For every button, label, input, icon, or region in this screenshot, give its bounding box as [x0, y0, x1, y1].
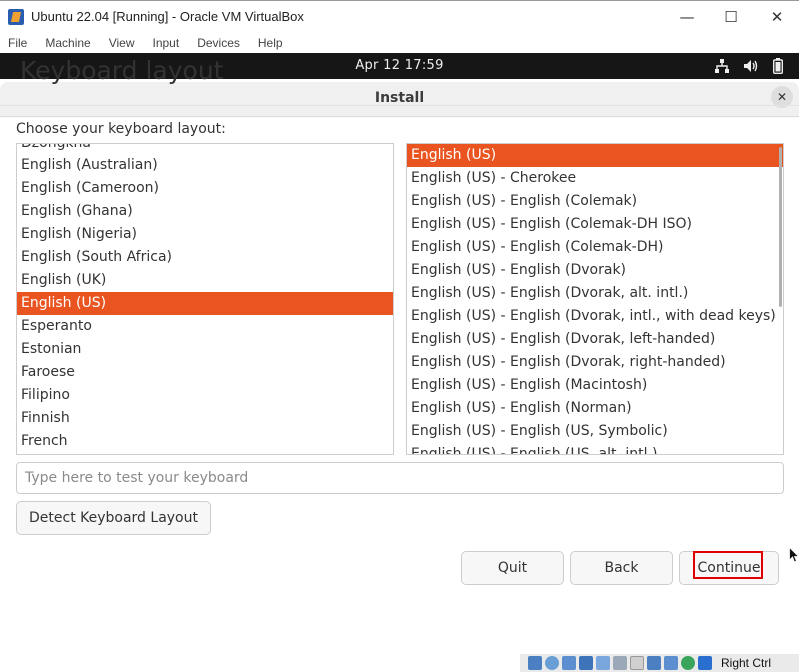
layout-item[interactable]: English (UK): [17, 269, 393, 292]
virtualbox-app-icon: [8, 9, 24, 25]
variant-item[interactable]: English (US) - English (Dvorak, alt. int…: [407, 282, 783, 305]
host-key-label: Right Ctrl: [721, 656, 772, 670]
variant-item[interactable]: English (US) - English (US, alt. intl.): [407, 443, 783, 454]
battery-icon: [773, 58, 783, 74]
choose-layout-label: Choose your keyboard layout:: [16, 121, 226, 137]
host-menu-bar: File Machine View Input Devices Help: [0, 33, 799, 53]
recording-icon[interactable]: [647, 656, 661, 670]
menu-machine[interactable]: Machine: [45, 36, 90, 50]
host-title-bar: Ubuntu 22.04 [Running] - Oracle VM Virtu…: [0, 0, 799, 33]
layout-item[interactable]: Finnish: [17, 407, 393, 430]
layout-item[interactable]: English (Australian): [17, 154, 393, 177]
hard-disk-icon[interactable]: [528, 656, 542, 670]
volume-icon: [744, 60, 758, 72]
host-status-bar: Right Ctrl: [520, 654, 799, 672]
keyboard-test-input[interactable]: [16, 462, 784, 494]
variant-item[interactable]: English (US) - English (US, Symbolic): [407, 420, 783, 443]
back-button[interactable]: Back: [570, 551, 673, 585]
menu-input[interactable]: Input: [153, 36, 180, 50]
detect-keyboard-layout-button[interactable]: Detect Keyboard Layout: [16, 501, 211, 535]
optical-drive-icon[interactable]: [545, 656, 559, 670]
variant-list-scrollbar[interactable]: [779, 147, 782, 307]
page-title: Keyboard layout: [20, 56, 224, 85]
host-window-title: Ubuntu 22.04 [Running] - Oracle VM Virtu…: [31, 9, 304, 24]
layout-item-selected[interactable]: English (US): [17, 292, 393, 315]
variant-item[interactable]: English (US) - English (Colemak-DH ISO): [407, 213, 783, 236]
layout-item[interactable]: English (South Africa): [17, 246, 393, 269]
audio-icon[interactable]: [562, 656, 576, 670]
maximize-button[interactable]: ☐: [708, 5, 754, 31]
dialog-header: Install ✕: [0, 82, 799, 117]
mouse-integration-icon[interactable]: [681, 656, 695, 670]
layout-item[interactable]: Estonian: [17, 338, 393, 361]
variant-item[interactable]: English (US) - English (Dvorak, left-han…: [407, 328, 783, 351]
variant-item-selected[interactable]: English (US): [407, 144, 783, 167]
mouse-cursor-icon: [789, 547, 799, 563]
variant-item[interactable]: English (US) - English (Colemak): [407, 190, 783, 213]
quit-button[interactable]: Quit: [461, 551, 564, 585]
variant-item[interactable]: English (US) - English (Colemak-DH): [407, 236, 783, 259]
menu-view[interactable]: View: [109, 36, 135, 50]
menu-help[interactable]: Help: [258, 36, 283, 50]
heading-divider: [0, 105, 799, 106]
variant-item[interactable]: English (US) - English (Dvorak): [407, 259, 783, 282]
variant-item[interactable]: English (US) - English (Macintosh): [407, 374, 783, 397]
minimize-button[interactable]: —: [664, 5, 710, 31]
network-icon: [715, 59, 729, 73]
variant-item[interactable]: English (US) - English (Norman): [407, 397, 783, 420]
dialog-title: Install: [374, 90, 425, 106]
layout-item[interactable]: English (Ghana): [17, 200, 393, 223]
system-tray[interactable]: [715, 58, 783, 74]
usb-icon[interactable]: [596, 656, 610, 670]
layout-list[interactable]: Dzongkha English (Australian) English (C…: [16, 143, 394, 455]
layout-item[interactable]: Faroese: [17, 361, 393, 384]
layout-item[interactable]: Esperanto: [17, 315, 393, 338]
keyboard-capture-icon[interactable]: [698, 656, 712, 670]
variant-item[interactable]: English (US) - English (Dvorak, intl., w…: [407, 305, 783, 328]
menu-devices[interactable]: Devices: [197, 36, 240, 50]
variant-item[interactable]: English (US) - English (Dvorak, right-ha…: [407, 351, 783, 374]
variant-list[interactable]: English (US) English (US) - Cherokee Eng…: [406, 143, 784, 455]
layout-item[interactable]: English (Nigeria): [17, 223, 393, 246]
variant-item[interactable]: English (US) - Cherokee: [407, 167, 783, 190]
layout-item[interactable]: English (Cameroon): [17, 177, 393, 200]
shared-folders-icon[interactable]: [613, 656, 627, 670]
cpu-icon[interactable]: [664, 656, 678, 670]
display-icon[interactable]: [630, 656, 644, 670]
window-close-button[interactable]: ✕: [754, 5, 799, 31]
close-icon: ✕: [776, 90, 788, 104]
network-adapter-icon[interactable]: [579, 656, 593, 670]
menu-file[interactable]: File: [8, 36, 27, 50]
continue-highlight-box: [693, 551, 763, 579]
layout-item[interactable]: French: [17, 430, 393, 453]
layout-item[interactable]: Filipino: [17, 384, 393, 407]
